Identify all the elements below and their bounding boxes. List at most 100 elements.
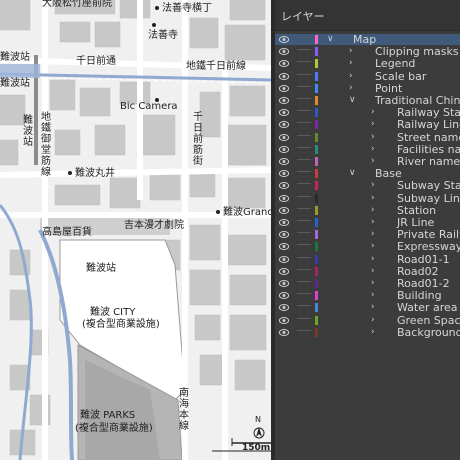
eye-icon[interactable] [279,48,289,56]
eye-icon[interactable] [279,231,289,239]
layer-row[interactable]: › Railway Station [275,107,460,118]
layer-row[interactable]: › Building [275,290,460,301]
layer-name[interactable]: Background [397,327,460,338]
eye-icon[interactable] [279,280,289,287]
layer-name[interactable]: Green Space [397,315,460,326]
layer-row[interactable]: › JR Line [275,217,460,228]
chevron-right-icon[interactable]: › [349,59,357,68]
eye-icon[interactable] [279,182,289,190]
eye-icon[interactable] [279,121,289,129]
layer-name[interactable]: Legend [375,58,415,69]
eye-icon[interactable] [279,170,289,178]
lock-toggle[interactable] [297,281,311,287]
layer-row[interactable]: › Road01-2 [275,278,460,289]
chevron-right-icon[interactable]: › [371,181,379,190]
chevron-right-icon[interactable]: › [371,193,379,203]
lock-toggle[interactable] [297,195,311,202]
layer-name[interactable]: JR Line [397,217,434,228]
chevron-right-icon[interactable]: › [371,205,379,215]
layer-name[interactable]: Expressway [397,241,460,252]
layer-name[interactable]: Private Railway [397,229,460,240]
chevron-right-icon[interactable]: › [371,230,379,239]
eye-icon[interactable] [279,133,289,141]
eye-icon[interactable] [279,219,289,226]
lock-toggle[interactable] [297,110,311,116]
chevron-right-icon[interactable]: › [349,83,357,93]
chevron-right-icon[interactable]: › [371,144,379,154]
eye-icon[interactable] [279,145,289,153]
eye-icon[interactable] [279,109,289,117]
eye-icon[interactable] [279,72,289,80]
lock-toggle[interactable] [297,268,311,275]
tab-layers[interactable]: レイヤー [281,8,325,24]
chevron-right-icon[interactable]: › [349,71,357,81]
layer-row[interactable]: › Subway Station [275,180,460,191]
chevron-right-icon[interactable]: › [371,218,379,227]
lock-toggle[interactable] [297,256,311,263]
eye-icon[interactable] [279,60,289,68]
chevron-right-icon[interactable]: › [371,254,379,264]
layer-row[interactable]: › Station [275,205,460,216]
chevron-right-icon[interactable]: › [371,242,379,251]
layer-name[interactable]: Building [397,290,442,301]
chevron-right-icon[interactable]: › [371,120,379,129]
layer-row[interactable]: › Facilities name [275,144,460,155]
eye-icon[interactable] [279,243,289,251]
lock-toggle[interactable] [297,98,311,104]
eye-icon[interactable] [279,206,289,214]
chevron-right-icon[interactable]: › [371,108,379,117]
layer-name[interactable]: Subway Line [397,193,460,204]
lock-toggle[interactable] [297,49,311,55]
layer-name[interactable]: Subway Station [397,180,460,191]
layer-name[interactable]: Railway Station [397,107,460,118]
chevron-right-icon[interactable]: › [371,279,379,288]
layer-row[interactable]: › Clipping masks [275,46,460,57]
layer-row[interactable]: › Background [275,327,460,338]
layer-row[interactable]: › Road01-1 [275,254,460,265]
layer-name[interactable]: Map [353,34,376,45]
chevron-down-icon[interactable]: ∨ [327,35,335,44]
chevron-right-icon[interactable]: › [371,315,379,325]
layer-row[interactable]: › Point [275,83,460,94]
eye-icon[interactable] [279,316,289,324]
lock-toggle[interactable] [297,183,311,189]
map-canvas[interactable]: 大阪松竹座前院 法善寺横丁 法善寺 難波站 千日前通 地鐵千日前線 難波站 難波… [0,0,271,460]
layer-row[interactable]: › Expressway [275,241,460,252]
eye-icon[interactable] [279,158,289,165]
lock-toggle[interactable] [297,134,311,141]
lock-toggle[interactable] [297,171,311,177]
eye-icon[interactable] [279,328,289,336]
layer-row[interactable]: › Road02 [275,266,460,277]
lock-toggle[interactable] [297,85,311,92]
lock-toggle[interactable] [297,122,311,128]
layer-name[interactable]: Road01-1 [397,254,450,265]
chevron-right-icon[interactable]: › [371,132,379,142]
eye-icon[interactable] [279,255,289,263]
layer-name[interactable]: Station [397,205,436,216]
eye-icon[interactable] [279,84,289,92]
layer-row[interactable]: › Legend [275,58,460,69]
chevron-right-icon[interactable]: › [371,327,379,337]
layer-name[interactable]: Facilities name [397,144,460,155]
layer-row[interactable]: › River name [275,156,460,167]
layer-name[interactable]: Water area [397,302,458,313]
layer-row[interactable]: › Green Space [275,315,460,326]
layer-row[interactable]: › Subway Line [275,193,460,204]
layer-name[interactable]: Street name [397,132,460,143]
layer-row[interactable]: ∨ Base [275,168,460,179]
chevron-down-icon[interactable]: ∨ [349,169,357,178]
layer-row[interactable]: › Street name [275,132,460,143]
layer-name[interactable]: Railway Line [397,119,460,130]
lock-toggle[interactable] [297,293,311,299]
chevron-right-icon[interactable]: › [371,303,379,312]
layer-name[interactable]: River name [397,156,460,167]
lock-toggle[interactable] [297,73,311,80]
eye-icon[interactable] [279,304,289,312]
layer-row[interactable]: › Scale bar [275,71,460,82]
layer-row[interactable]: › Water area [275,302,460,313]
chevron-right-icon[interactable]: › [371,266,379,276]
lock-toggle[interactable] [297,305,311,311]
lock-toggle[interactable] [297,159,311,165]
lock-toggle[interactable] [297,207,311,214]
lock-toggle[interactable] [297,37,311,43]
